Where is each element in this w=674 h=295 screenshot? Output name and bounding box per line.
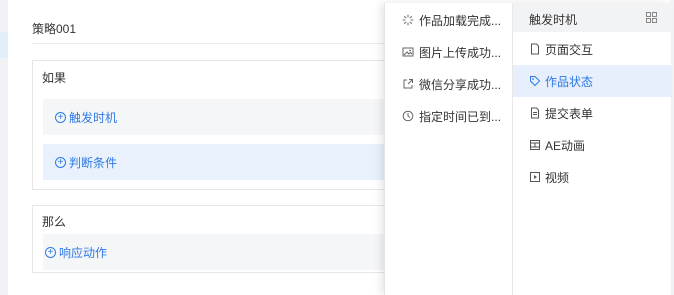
rule-title: 策略001 (32, 22, 77, 36)
category-label: 页面交互 (545, 42, 594, 57)
trigger-category-list: 触发时机 页面交互 作品状态 提交表单 AE动画 视频 (512, 3, 672, 295)
animation-icon (529, 139, 541, 151)
selected-strip-marker (0, 32, 8, 58)
form-icon (529, 107, 541, 119)
loading-icon (402, 14, 414, 26)
condition-label: 判断条件 (69, 155, 118, 170)
trigger-option-list: 作品加载完成... 图片上传成功... 微信分享成功... 指定时间已到... (385, 3, 512, 295)
page-icon (529, 43, 541, 55)
category-label: 提交表单 (545, 106, 594, 121)
video-icon (529, 171, 541, 183)
trigger-label: 触发时机 (69, 110, 118, 125)
share-icon (402, 78, 414, 90)
option-time-reached[interactable]: 指定时间已到... (402, 107, 501, 125)
image-icon (402, 46, 414, 58)
category-label: 作品状态 (545, 74, 594, 89)
if-label: 如果 (42, 71, 67, 85)
grid-view-icon[interactable] (646, 12, 657, 23)
option-label: 图片上传成功... (419, 45, 502, 60)
category-work-status[interactable]: 作品状态 (513, 65, 672, 97)
screen: 策略001 如果 + 触发时机 + 判断条件 那么 + 响应动作 作品加载完成.… (0, 0, 674, 295)
category-page-interaction[interactable]: 页面交互 (513, 33, 672, 65)
option-label: 微信分享成功... (419, 77, 502, 92)
category-header: 触发时机 (513, 3, 672, 32)
option-image-uploaded[interactable]: 图片上传成功... (402, 43, 501, 61)
action-label: 响应动作 (59, 245, 108, 260)
category-label: AE动画 (545, 138, 586, 153)
clock-icon (402, 110, 414, 122)
tag-icon (529, 75, 541, 87)
plus-circle-icon: + (55, 156, 66, 168)
category-title: 触发时机 (529, 13, 578, 27)
category-video[interactable]: 视频 (513, 161, 672, 193)
left-sidebar-strip (0, 0, 8, 295)
plus-circle-icon: + (55, 111, 66, 123)
category-ae-animation[interactable]: AE动画 (513, 129, 672, 161)
trigger-dropdown: 作品加载完成... 图片上传成功... 微信分享成功... 指定时间已到... (384, 3, 672, 295)
then-label: 那么 (42, 215, 67, 229)
option-label: 指定时间已到... (419, 109, 502, 124)
category-label: 视频 (545, 170, 570, 185)
option-work-loaded[interactable]: 作品加载完成... (402, 11, 501, 29)
option-label: 作品加载完成... (419, 13, 502, 28)
plus-circle-icon: + (45, 246, 56, 258)
option-wechat-shared[interactable]: 微信分享成功... (402, 75, 501, 93)
category-submit-form[interactable]: 提交表单 (513, 97, 672, 129)
